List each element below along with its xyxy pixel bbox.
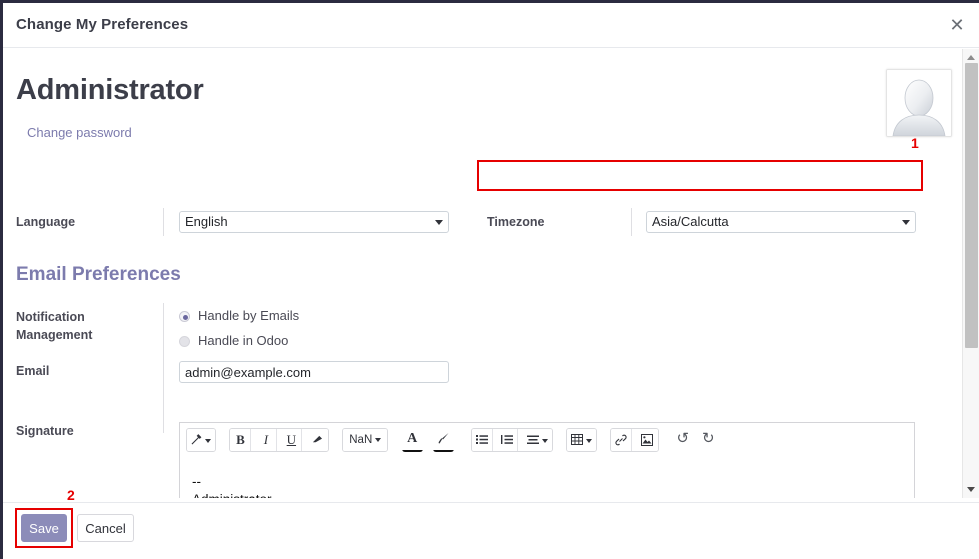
language-select-value: English xyxy=(185,214,228,229)
dialog-body: Administrator Change password xyxy=(3,49,979,498)
dialog-footer: Save Cancel xyxy=(3,502,979,559)
font-color-icon[interactable]: A xyxy=(402,428,423,452)
bold-icon[interactable]: B xyxy=(230,429,251,451)
redo-icon[interactable]: ↻ xyxy=(698,428,719,450)
remove-format-icon[interactable] xyxy=(307,429,328,451)
timezone-select-value: Asia/Calcutta xyxy=(652,214,729,229)
language-column-divider xyxy=(163,208,164,236)
toolbar-group-history: ↺ ↻ xyxy=(672,428,718,452)
timezone-column-divider xyxy=(631,208,632,236)
avatar[interactable] xyxy=(886,69,952,137)
font-size-value: NaN xyxy=(349,434,372,446)
change-password-link[interactable]: Change password xyxy=(27,125,132,140)
timezone-select[interactable]: Asia/Calcutta xyxy=(646,211,916,233)
toolbar-group-fontsize: NaN xyxy=(342,428,388,452)
unordered-list-icon[interactable] xyxy=(472,429,493,451)
insert-table-icon[interactable] xyxy=(567,429,596,451)
underline-icon[interactable]: U xyxy=(281,429,302,451)
scrollbar-thumb[interactable] xyxy=(965,63,978,348)
email-field[interactable] xyxy=(179,361,449,383)
toolbar-group-format: B I U xyxy=(229,428,328,452)
signature-line-1: -- xyxy=(192,473,902,491)
vertical-scrollbar[interactable] xyxy=(962,49,979,498)
undo-icon[interactable]: ↺ xyxy=(672,428,693,450)
toolbar-group-insert xyxy=(610,428,658,452)
preferences-dialog: Change My Preferences ✕ Administrator Ch… xyxy=(3,3,979,559)
toolbar-group-lists xyxy=(471,428,553,452)
section-title-email-preferences: Email Preferences xyxy=(16,264,181,286)
signature-html-editor: B I U NaN A xyxy=(179,422,915,498)
signature-label: Signature xyxy=(16,423,74,439)
align-icon[interactable] xyxy=(523,429,552,451)
italic-icon[interactable]: I xyxy=(256,429,277,451)
user-avatar-placeholder-icon xyxy=(887,70,951,136)
font-size-selector[interactable]: NaN xyxy=(343,429,387,451)
save-button[interactable]: Save xyxy=(21,514,67,542)
editor-toolbar: B I U NaN A xyxy=(180,423,914,457)
toolbar-group-table xyxy=(566,428,597,452)
toolbar-group-fontcolor: A xyxy=(402,428,423,452)
insert-link-icon[interactable] xyxy=(611,429,632,451)
scroll-down-arrow-icon[interactable] xyxy=(963,481,979,498)
notification-label-line1: Notification xyxy=(16,309,85,325)
timezone-label: Timezone xyxy=(487,214,544,230)
style-magic-wand-icon[interactable] xyxy=(187,429,215,451)
notification-label-line2: Management xyxy=(16,327,92,343)
toolbar-group-bgcolor xyxy=(433,428,454,452)
dialog-header: Change My Preferences ✕ xyxy=(3,3,979,48)
signature-line-2: Administrator xyxy=(192,491,902,498)
radio-selected-icon xyxy=(179,311,190,322)
close-icon[interactable]: ✕ xyxy=(945,13,969,37)
signature-content[interactable]: -- Administrator xyxy=(180,457,914,498)
background-color-brush-icon[interactable] xyxy=(433,428,454,452)
email-section-column-divider xyxy=(163,303,164,433)
annotation-box-1 xyxy=(477,160,923,191)
radio-label: Handle in Odoo xyxy=(198,333,288,348)
page-title: Administrator xyxy=(16,74,204,107)
chevron-down-icon xyxy=(902,220,910,225)
email-label: Email xyxy=(16,363,49,379)
annotation-number-1: 1 xyxy=(911,135,919,151)
cancel-button[interactable]: Cancel xyxy=(77,514,134,542)
language-label: Language xyxy=(16,214,75,230)
annotation-number-2: 2 xyxy=(67,487,75,503)
insert-image-icon[interactable] xyxy=(637,429,658,451)
radio-unselected-icon xyxy=(179,336,190,347)
language-select[interactable]: English xyxy=(179,211,449,233)
ordered-list-icon[interactable] xyxy=(497,429,518,451)
toolbar-group-style xyxy=(186,428,216,452)
radio-label: Handle by Emails xyxy=(198,308,299,323)
chevron-down-icon xyxy=(435,220,443,225)
dialog-title: Change My Preferences xyxy=(16,16,188,33)
